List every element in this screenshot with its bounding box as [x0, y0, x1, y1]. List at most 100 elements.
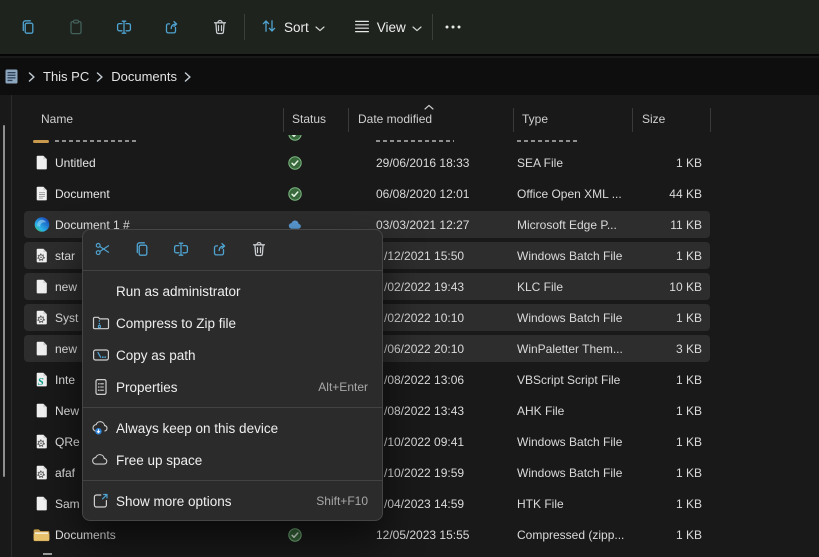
file-blank-icon: [33, 278, 50, 295]
rename-button[interactable]: [104, 7, 144, 47]
file-date-modified: 12/05/2023 15:55: [376, 528, 469, 542]
rename-button[interactable]: [161, 232, 200, 268]
properties-icon: [91, 377, 111, 397]
toolbar-separator: [432, 14, 433, 40]
edge-icon: [33, 216, 50, 233]
menu-item-run-as-administrator[interactable]: Run as administrator: [83, 275, 382, 307]
file-size: 44 KB: [570, 187, 702, 201]
file-gear-icon: [33, 309, 50, 326]
file-size: 10 KB: [570, 280, 702, 294]
sort-label: Sort: [284, 20, 309, 35]
file-date-modified: 29/06/2016 18:33: [376, 156, 469, 170]
menu-item-show-more-options[interactable]: Show more options Shift+F10: [83, 485, 382, 517]
menu-shortcut: Alt+Enter: [318, 380, 368, 394]
file-date-modified: /06/2022 20:10: [384, 342, 464, 356]
chevron-right-icon: [96, 72, 104, 82]
sort-icon: [260, 17, 278, 38]
file-type: AHK File: [517, 404, 564, 418]
synced-status-icon: [288, 187, 302, 201]
folder-icon: [33, 526, 50, 543]
file-size: 1 KB: [570, 497, 702, 511]
file-date-modified: /02/2022 10:10: [384, 311, 464, 325]
chevron-down-icon: [412, 20, 422, 35]
paste-icon: [67, 18, 85, 36]
cloud-free-icon: [91, 450, 111, 470]
file-date-modified: /12/2021 15:50: [384, 249, 464, 263]
breadcrumb-this-pc[interactable]: This PC: [40, 67, 92, 86]
file-gear-icon: [33, 433, 50, 450]
menu-item-compress-to-zip-file[interactable]: Compress to Zip file: [83, 307, 382, 339]
copy-path-icon: [91, 345, 111, 365]
zip-folder-icon: [91, 313, 111, 333]
share-icon: [211, 240, 229, 261]
file-explorer-window: Sort View This PC Documents Name Status …: [0, 0, 819, 557]
menu-item-free-up-space[interactable]: Free up space: [83, 444, 382, 476]
file-size: 1 KB: [570, 404, 702, 418]
file-size: 1 KB: [570, 156, 702, 170]
trash-icon: [211, 18, 229, 36]
more-options-button[interactable]: [436, 7, 470, 47]
file-name: QRe: [55, 435, 80, 449]
breadcrumb: This PC Documents: [0, 58, 819, 95]
cloud-pin-icon: [91, 418, 111, 438]
partially-scrolled-row-bottom: [43, 553, 52, 555]
rename-icon: [172, 240, 190, 261]
trash-icon: [250, 240, 268, 261]
file-size: 1 KB: [570, 528, 702, 542]
delete-button[interactable]: [200, 7, 240, 47]
synced-status-icon: [288, 528, 302, 542]
file-name: Documents: [55, 528, 116, 542]
more-options-icon: [91, 491, 111, 511]
file-blank-icon: [33, 495, 50, 512]
menu-item-always-keep-on-this-device[interactable]: Always keep on this device: [83, 412, 382, 444]
file-gear-icon: [33, 464, 50, 481]
file-name: new: [55, 342, 77, 356]
file-blank-icon: [33, 402, 50, 419]
menu-shortcut: Shift+F10: [316, 494, 368, 508]
file-name: new: [55, 280, 77, 294]
file-date-modified: /08/2022 13:06: [384, 373, 464, 387]
share-button[interactable]: [152, 7, 192, 47]
file-size: 1 KB: [570, 466, 702, 480]
file-size: 11 KB: [570, 218, 702, 232]
svg-text:S: S: [37, 376, 43, 388]
view-button[interactable]: View: [346, 7, 429, 47]
file-size: 1 KB: [570, 249, 702, 263]
file-type: KLC File: [517, 280, 563, 294]
file-date-modified: /04/2023 14:59: [384, 497, 464, 511]
cut-button[interactable]: [83, 232, 122, 268]
sort-button[interactable]: Sort: [253, 7, 332, 47]
toolbar: Sort View: [0, 0, 819, 56]
file-row[interactable]: Documents 12/05/2023 15:55 Compressed (z…: [24, 519, 710, 550]
file-date-modified: 06/08/2020 12:01: [376, 187, 469, 201]
file-name: Untitled: [55, 156, 96, 170]
file-date-modified: /02/2022 19:43: [384, 280, 464, 294]
copy-icon: [19, 18, 37, 36]
cut-icon: [94, 240, 112, 261]
delete-button[interactable]: [239, 232, 278, 268]
paste-button[interactable]: [56, 7, 96, 47]
file-size: 1 KB: [570, 311, 702, 325]
file-size: 1 KB: [570, 373, 702, 387]
file-row[interactable]: Document 06/08/2020 12:01 Office Open XM…: [24, 178, 710, 209]
file-name: Document: [55, 187, 110, 201]
menu-item-properties[interactable]: Properties Alt+Enter: [83, 371, 382, 403]
view-icon: [353, 17, 371, 38]
file-date-modified: /08/2022 13:43: [384, 404, 464, 418]
menu-separator: [83, 407, 382, 408]
file-blank-icon: [33, 340, 50, 357]
file-date-modified: /10/2022 19:59: [384, 466, 464, 480]
no-icon: [91, 281, 111, 301]
breadcrumb-documents[interactable]: Documents: [108, 67, 180, 86]
file-size: 1 KB: [570, 435, 702, 449]
copy-button[interactable]: [122, 232, 161, 268]
file-type: HTK File: [517, 497, 564, 511]
copy-button[interactable]: [8, 7, 48, 47]
view-label: View: [377, 20, 406, 35]
file-name: afaf: [55, 466, 75, 480]
file-row[interactable]: Untitled 29/06/2016 18:33 SEA File 1 KB: [24, 147, 710, 178]
menu-item-copy-as-path[interactable]: Copy as path: [83, 339, 382, 371]
location-icon: [5, 69, 18, 84]
file-type: SEA File: [517, 156, 563, 170]
share-button[interactable]: [200, 232, 239, 268]
